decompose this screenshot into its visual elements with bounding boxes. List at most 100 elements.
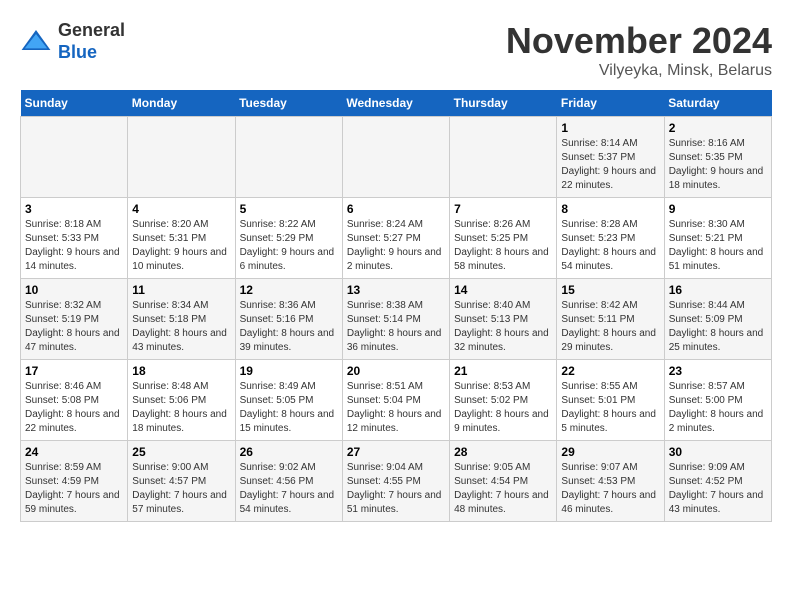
day-info: Sunrise: 8:55 AM Sunset: 5:01 PM Dayligh… [561,380,659,436]
day-info: Sunrise: 8:22 AM Sunset: 5:29 PM Dayligh… [240,218,338,274]
logo: General Blue [20,20,125,63]
header-day-tuesday: Tuesday [235,90,342,117]
subtitle: Vilyeyka, Minsk, Belarus [506,62,772,80]
day-info: Sunrise: 8:48 AM Sunset: 5:06 PM Dayligh… [132,380,230,436]
calendar-cell: 6 Sunrise: 8:24 AM Sunset: 5:27 PM Daylig… [342,198,449,279]
day-number: 25 [132,445,230,459]
calendar-cell [128,117,235,198]
day-number: 20 [347,364,445,378]
calendar-cell: 30 Sunrise: 9:09 AM Sunset: 4:52 PM Dayli… [664,441,771,522]
day-info: Sunrise: 8:44 AM Sunset: 5:09 PM Dayligh… [669,299,767,355]
calendar-cell [342,117,449,198]
day-number: 3 [25,202,123,216]
calendar-cell: 12 Sunrise: 8:36 AM Sunset: 5:16 PM Dayli… [235,279,342,360]
calendar-cell: 27Sunrise: 9:04 AM Sunset: 4:55 PM Dayli… [342,441,449,522]
day-number: 14 [454,283,552,297]
day-number: 12 [240,283,338,297]
calendar-cell [21,117,128,198]
calendar-cell: 10 Sunrise: 8:32 AM Sunset: 5:19 PM Dayli… [21,279,128,360]
day-number: 4 [132,202,230,216]
title-area: November 2024 Vilyeyka, Minsk, Belarus [506,20,772,80]
calendar-cell: 19 Sunrise: 8:49 AM Sunset: 5:05 PM Dayli… [235,360,342,441]
week-row-2: 3 Sunrise: 8:18 AM Sunset: 5:33 PM Daylig… [21,198,772,279]
calendar-cell: 15Sunrise: 8:42 AM Sunset: 5:11 PM Dayli… [557,279,664,360]
day-info: Sunrise: 8:18 AM Sunset: 5:33 PM Dayligh… [25,218,123,274]
day-info: Sunrise: 8:28 AM Sunset: 5:23 PM Dayligh… [561,218,659,274]
day-info: Sunrise: 8:14 AM Sunset: 5:37 PM Dayligh… [561,137,659,193]
day-number: 28 [454,445,552,459]
header-day-wednesday: Wednesday [342,90,449,117]
header-day-friday: Friday [557,90,664,117]
day-number: 6 [347,202,445,216]
header-day-thursday: Thursday [450,90,557,117]
calendar-cell: 9 Sunrise: 8:30 AM Sunset: 5:21 PM Daylig… [664,198,771,279]
day-info: Sunrise: 8:20 AM Sunset: 5:31 PM Dayligh… [132,218,230,274]
day-number: 8 [561,202,659,216]
calendar-cell: 23 Sunrise: 8:57 AM Sunset: 5:00 PM Dayli… [664,360,771,441]
day-info: Sunrise: 8:34 AM Sunset: 5:18 PM Dayligh… [132,299,230,355]
day-number: 19 [240,364,338,378]
day-info: Sunrise: 9:09 AM Sunset: 4:52 PM Dayligh… [669,461,767,517]
calendar-cell: 5 Sunrise: 8:22 AM Sunset: 5:29 PM Daylig… [235,198,342,279]
header: General Blue November 2024 Vilyeyka, Min… [20,20,772,80]
day-info: Sunrise: 8:59 AM Sunset: 4:59 PM Dayligh… [25,461,123,517]
header-day-sunday: Sunday [21,90,128,117]
day-info: Sunrise: 8:53 AM Sunset: 5:02 PM Dayligh… [454,380,552,436]
week-row-1: 1Sunrise: 8:14 AM Sunset: 5:37 PM Daylig… [21,117,772,198]
day-number: 5 [240,202,338,216]
month-title: November 2024 [506,20,772,62]
day-info: Sunrise: 9:07 AM Sunset: 4:53 PM Dayligh… [561,461,659,517]
calendar-cell [450,117,557,198]
day-info: Sunrise: 8:38 AM Sunset: 5:14 PM Dayligh… [347,299,445,355]
calendar-cell: 13 Sunrise: 8:38 AM Sunset: 5:14 PM Dayli… [342,279,449,360]
week-row-4: 17Sunrise: 8:46 AM Sunset: 5:08 PM Dayli… [21,360,772,441]
day-number: 24 [25,445,123,459]
calendar-cell: 16Sunrise: 8:44 AM Sunset: 5:09 PM Dayli… [664,279,771,360]
day-info: Sunrise: 9:00 AM Sunset: 4:57 PM Dayligh… [132,461,230,517]
calendar-cell: 29Sunrise: 9:07 AM Sunset: 4:53 PM Dayli… [557,441,664,522]
day-info: Sunrise: 8:49 AM Sunset: 5:05 PM Dayligh… [240,380,338,436]
calendar-cell: 24 Sunrise: 8:59 AM Sunset: 4:59 PM Dayli… [21,441,128,522]
calendar-cell: 18 Sunrise: 8:48 AM Sunset: 5:06 PM Dayli… [128,360,235,441]
calendar-cell: 2Sunrise: 8:16 AM Sunset: 5:35 PM Daylig… [664,117,771,198]
header-day-monday: Monday [128,90,235,117]
day-number: 27 [347,445,445,459]
day-number: 10 [25,283,123,297]
calendar-cell: 26 Sunrise: 9:02 AM Sunset: 4:56 PM Dayli… [235,441,342,522]
calendar-cell: 25 Sunrise: 9:00 AM Sunset: 4:57 PM Dayli… [128,441,235,522]
calendar-cell: 17Sunrise: 8:46 AM Sunset: 5:08 PM Dayli… [21,360,128,441]
day-info: Sunrise: 8:24 AM Sunset: 5:27 PM Dayligh… [347,218,445,274]
day-number: 22 [561,364,659,378]
day-info: Sunrise: 8:36 AM Sunset: 5:16 PM Dayligh… [240,299,338,355]
day-number: 18 [132,364,230,378]
week-row-5: 24 Sunrise: 8:59 AM Sunset: 4:59 PM Dayli… [21,441,772,522]
day-info: Sunrise: 8:57 AM Sunset: 5:00 PM Dayligh… [669,380,767,436]
day-number: 21 [454,364,552,378]
day-number: 9 [669,202,767,216]
calendar-cell: 14 Sunrise: 8:40 AM Sunset: 5:13 PM Dayli… [450,279,557,360]
header-row: SundayMondayTuesdayWednesdayThursdayFrid… [21,90,772,117]
day-info: Sunrise: 8:32 AM Sunset: 5:19 PM Dayligh… [25,299,123,355]
calendar-header: SundayMondayTuesdayWednesdayThursdayFrid… [21,90,772,117]
day-info: Sunrise: 8:30 AM Sunset: 5:21 PM Dayligh… [669,218,767,274]
logo-general: General [58,20,125,40]
day-info: Sunrise: 9:05 AM Sunset: 4:54 PM Dayligh… [454,461,552,517]
day-info: Sunrise: 8:16 AM Sunset: 5:35 PM Dayligh… [669,137,767,193]
header-day-saturday: Saturday [664,90,771,117]
calendar-cell: 21 Sunrise: 8:53 AM Sunset: 5:02 PM Dayli… [450,360,557,441]
day-number: 30 [669,445,767,459]
day-info: Sunrise: 8:51 AM Sunset: 5:04 PM Dayligh… [347,380,445,436]
day-number: 17 [25,364,123,378]
calendar-cell: 28 Sunrise: 9:05 AM Sunset: 4:54 PM Dayli… [450,441,557,522]
day-number: 11 [132,283,230,297]
day-number: 13 [347,283,445,297]
logo-blue: Blue [58,42,97,62]
day-number: 23 [669,364,767,378]
day-number: 26 [240,445,338,459]
calendar-cell: 7Sunrise: 8:26 AM Sunset: 5:25 PM Daylig… [450,198,557,279]
calendar-cell: 8 Sunrise: 8:28 AM Sunset: 5:23 PM Daylig… [557,198,664,279]
calendar-cell [235,117,342,198]
calendar-table: SundayMondayTuesdayWednesdayThursdayFrid… [20,90,772,522]
day-info: Sunrise: 9:02 AM Sunset: 4:56 PM Dayligh… [240,461,338,517]
day-info: Sunrise: 8:40 AM Sunset: 5:13 PM Dayligh… [454,299,552,355]
